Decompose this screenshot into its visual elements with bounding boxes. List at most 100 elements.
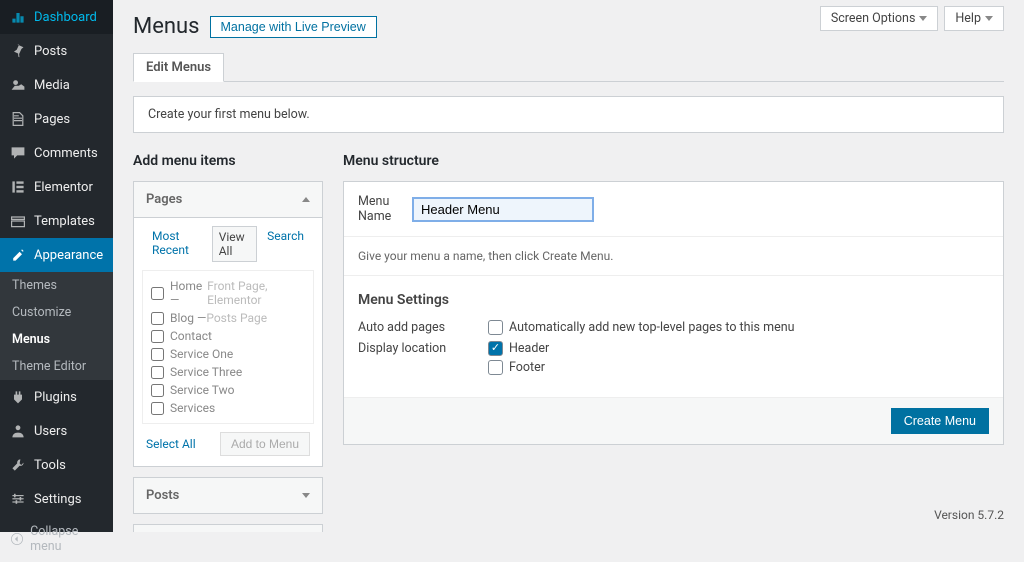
- subtab-view-all[interactable]: View All: [212, 226, 257, 262]
- sidebar-item-label: Pages: [34, 112, 105, 127]
- tools-icon: [8, 455, 28, 475]
- subtab-search[interactable]: Search: [261, 226, 310, 262]
- subtab-most-recent[interactable]: Most Recent: [146, 226, 208, 262]
- sidebar-item-label: Posts: [34, 44, 105, 59]
- menu-settings-heading: Menu Settings: [358, 292, 989, 308]
- metabox-custom-links-toggle[interactable]: Custom Links: [134, 525, 322, 532]
- collapse-icon: [8, 529, 26, 549]
- sidebar-sub-theme-editor[interactable]: Theme Editor: [0, 353, 113, 380]
- metabox-pages: Pages Most Recent View All Search Home —…: [133, 181, 323, 467]
- add-items-heading: Add menu items: [133, 153, 323, 169]
- list-item[interactable]: Service Two: [151, 381, 305, 399]
- list-item[interactable]: Service One: [151, 345, 305, 363]
- media-icon: [8, 75, 28, 95]
- sidebar-item-plugins[interactable]: Plugins: [0, 380, 113, 414]
- help-label: Help: [955, 11, 981, 26]
- sidebar-item-label: Settings: [34, 492, 105, 507]
- location-header-row[interactable]: Header: [488, 341, 549, 356]
- caret-down-icon: [919, 16, 927, 21]
- plugin-icon: [8, 387, 28, 407]
- list-item[interactable]: Blog — Posts Page: [151, 309, 305, 327]
- sidebar-item-settings[interactable]: Settings: [0, 482, 113, 516]
- list-item[interactable]: Services: [151, 399, 305, 417]
- sidebar-item-dashboard[interactable]: Dashboard: [0, 0, 113, 34]
- metabox-pages-toggle[interactable]: Pages: [134, 182, 322, 217]
- screen-options-button[interactable]: Screen Options: [820, 6, 939, 31]
- list-item[interactable]: Home — Front Page, Elementor: [151, 277, 305, 309]
- menu-structure-panel: Menu Name Give your menu a name, then cl…: [343, 181, 1004, 445]
- location-footer-checkbox[interactable]: [488, 360, 503, 375]
- page-icon: [8, 109, 28, 129]
- sidebar-item-label: Plugins: [34, 390, 105, 405]
- sidebar-item-posts[interactable]: Posts: [0, 34, 113, 68]
- tab-edit-menus[interactable]: Edit Menus: [133, 53, 224, 82]
- menu-tabs: Edit Menus: [133, 53, 1004, 82]
- collapse-label: Collapse menu: [30, 524, 105, 554]
- elementor-icon: [8, 177, 28, 197]
- caret-down-icon: [985, 16, 993, 21]
- metabox-title: Pages: [146, 192, 182, 207]
- menu-instruction: Give your menu a name, then click Create…: [344, 237, 1003, 276]
- add-to-menu-button[interactable]: Add to Menu: [220, 432, 310, 456]
- metabox-title: Posts: [146, 488, 179, 503]
- pin-icon: [8, 41, 28, 61]
- create-menu-button[interactable]: Create Menu: [891, 408, 989, 434]
- collapse-menu[interactable]: Collapse menu: [0, 516, 113, 562]
- sidebar-item-appearance[interactable]: Appearance: [0, 238, 113, 272]
- metabox-posts: Posts: [133, 477, 323, 514]
- comment-icon: [8, 143, 28, 163]
- sidebar-item-label: Dashboard: [34, 10, 105, 25]
- version-label: Version 5.7.2: [934, 508, 1004, 522]
- location-header-checkbox[interactable]: [488, 341, 503, 356]
- sidebar-sub-themes[interactable]: Themes: [0, 272, 113, 299]
- sidebar-item-label: Templates: [34, 214, 105, 229]
- sidebar-item-label: Appearance: [34, 248, 105, 263]
- sidebar-item-media[interactable]: Media: [0, 68, 113, 102]
- select-all-link[interactable]: Select All: [146, 437, 196, 451]
- sidebar-item-label: Tools: [34, 458, 105, 473]
- menu-structure-heading: Menu structure: [343, 153, 1004, 169]
- sidebar-item-label: Media: [34, 78, 105, 93]
- location-footer-row[interactable]: Footer: [488, 360, 549, 375]
- sidebar-item-pages[interactable]: Pages: [0, 102, 113, 136]
- item-checkbox[interactable]: [151, 348, 164, 361]
- item-checkbox[interactable]: [151, 402, 164, 415]
- appearance-icon: [8, 245, 28, 265]
- item-checkbox[interactable]: [151, 312, 164, 325]
- sidebar-item-users[interactable]: Users: [0, 414, 113, 448]
- user-icon: [8, 421, 28, 441]
- auto-add-checkbox-row[interactable]: Automatically add new top-level pages to…: [488, 320, 795, 335]
- item-checkbox[interactable]: [151, 384, 164, 397]
- templates-icon: [8, 211, 28, 231]
- page-title: Menus: [133, 14, 200, 39]
- menu-name-label: Menu Name: [358, 194, 413, 224]
- main-content: Screen Options Help Menus Manage with Li…: [113, 0, 1024, 532]
- sidebar-item-comments[interactable]: Comments: [0, 136, 113, 170]
- help-button[interactable]: Help: [944, 6, 1004, 31]
- sidebar-item-label: Users: [34, 424, 105, 439]
- display-location-label: Display location: [358, 341, 488, 375]
- menu-name-input[interactable]: [413, 198, 593, 221]
- sidebar-item-elementor[interactable]: Elementor: [0, 170, 113, 204]
- metabox-custom-links: Custom Links: [133, 524, 323, 532]
- caret-down-icon: [302, 493, 310, 498]
- item-checkbox[interactable]: [151, 330, 164, 343]
- list-item[interactable]: Contact: [151, 327, 305, 345]
- auto-add-checkbox[interactable]: [488, 320, 503, 335]
- pages-item-list: Home — Front Page, Elementor Blog — Post…: [142, 270, 314, 424]
- sidebar-sub-menus[interactable]: Menus: [0, 326, 113, 353]
- screen-options-label: Screen Options: [831, 11, 916, 26]
- sidebar-item-label: Elementor: [34, 180, 105, 195]
- caret-up-icon: [302, 197, 310, 202]
- sidebar-item-templates[interactable]: Templates: [0, 204, 113, 238]
- settings-icon: [8, 489, 28, 509]
- item-checkbox[interactable]: [151, 287, 164, 300]
- live-preview-button[interactable]: Manage with Live Preview: [210, 16, 377, 38]
- notice-create-first: Create your first menu below.: [133, 96, 1004, 133]
- metabox-posts-toggle[interactable]: Posts: [134, 478, 322, 513]
- admin-sidebar: Dashboard Posts Media Pages Comments Ele…: [0, 0, 113, 532]
- list-item[interactable]: Service Three: [151, 363, 305, 381]
- sidebar-sub-customize[interactable]: Customize: [0, 299, 113, 326]
- item-checkbox[interactable]: [151, 366, 164, 379]
- sidebar-item-tools[interactable]: Tools: [0, 448, 113, 482]
